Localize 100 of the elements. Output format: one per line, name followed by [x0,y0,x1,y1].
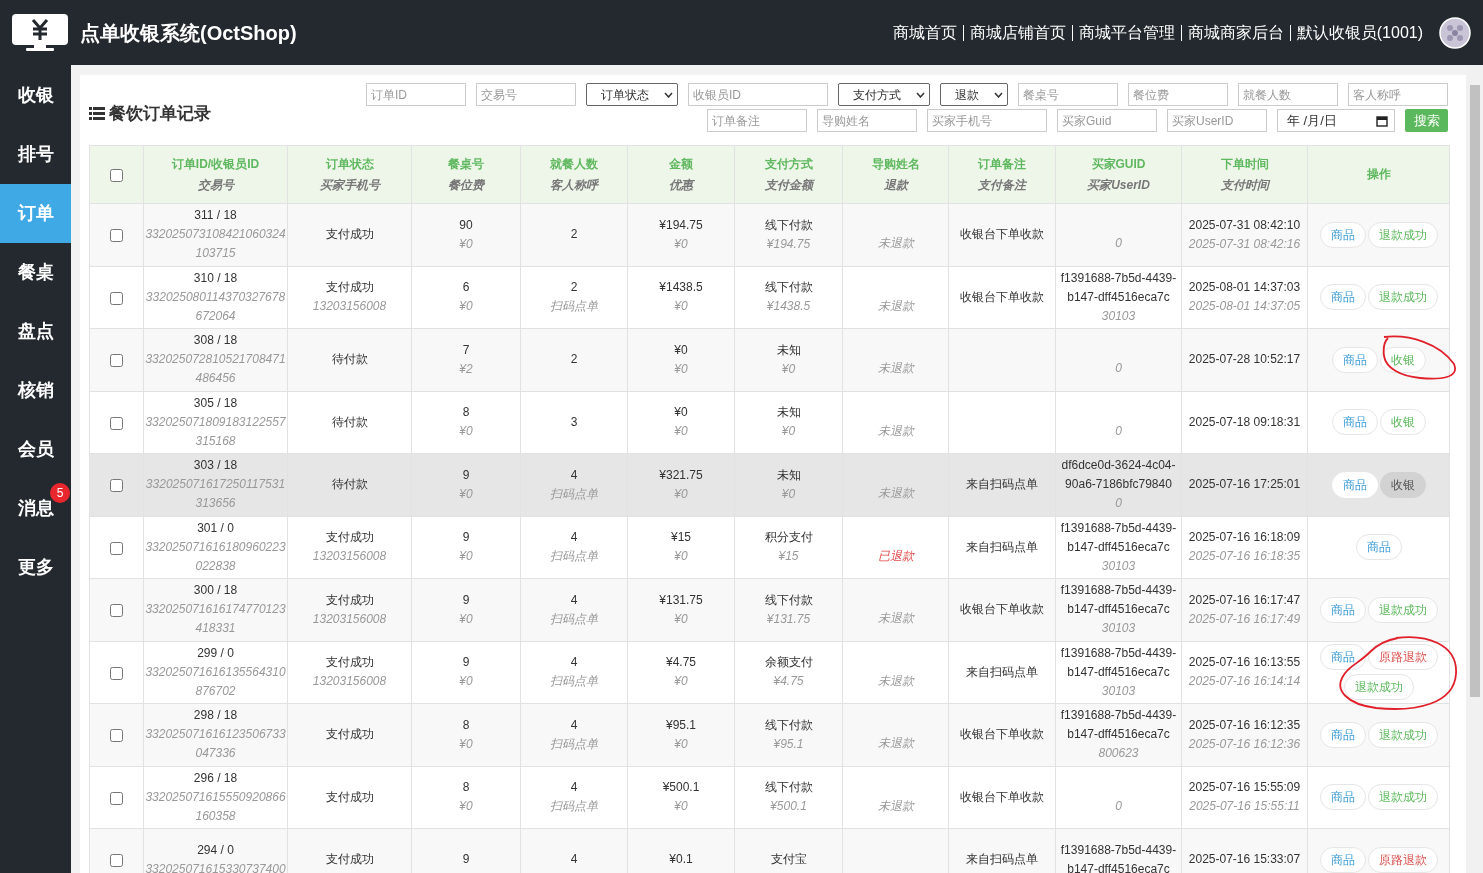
input-field[interactable]: 就餐人数 [1238,83,1338,106]
table-cell-text: 收银台下单收款 [959,601,1045,619]
table-cell-text: 4 [569,654,579,672]
avatar[interactable] [1439,16,1471,49]
table-cell-text: 扫码点单 [549,735,599,753]
sidebar-item[interactable]: 排号 [0,125,71,184]
input-field[interactable]: 餐桌号 [1018,83,1118,106]
action-button[interactable]: 退款成功 [1343,674,1414,701]
input-field[interactable]: 订单ID [366,83,466,106]
checkbox[interactable] [110,854,123,868]
table-cell-text: 收银台下单收款 [959,726,1045,744]
action-button[interactable]: 商品 [1355,534,1402,561]
action-button[interactable]: 商品 [1319,846,1366,873]
action-button[interactable]: 原路退款 [1367,846,1438,873]
checkbox[interactable] [110,168,123,182]
checkbox[interactable] [110,729,123,743]
table-cell-text: 8 [461,404,471,422]
action-button[interactable]: 收银 [1379,409,1426,436]
header-link[interactable]: 商城商家后台 [1180,24,1290,41]
action-button[interactable]: 商品 [1319,721,1366,748]
checkbox[interactable] [110,416,123,430]
sidebar-item[interactable]: 会员 [0,420,71,479]
header-link[interactable]: 商城首页 [886,24,963,41]
sidebar-item[interactable]: 收银 [0,66,71,125]
action-button[interactable]: 退款成功 [1367,596,1438,623]
action-button[interactable]: 商品 [1319,596,1366,623]
table-cell-text: 800623 [1097,745,1140,763]
checkbox[interactable] [110,666,123,680]
input-field[interactable]: 餐位费 [1128,83,1228,106]
action-button[interactable]: 商品 [1319,644,1366,671]
action-button[interactable]: 原路退款 [1367,644,1438,671]
action-button[interactable]: 退款成功 [1367,284,1438,311]
action-button[interactable]: 退款成功 [1367,784,1438,811]
sidebar-item[interactable]: 核销 [0,361,71,420]
table-cell-text: ¥0 [458,610,474,628]
table-cell-text: 未退款 [876,360,916,378]
table-cell-text: ¥0 [458,235,474,253]
header-link[interactable]: 商城店铺首页 [962,24,1072,41]
table-cell-text: 4 [569,851,579,869]
table-cell-text: 310 / 18 [192,269,239,287]
table-cell-text: df6dce0d-3624-4c04-90a6-7186bfc79840 [1060,457,1177,494]
checkbox[interactable] [110,541,123,555]
table-cell-text: 2025-07-16 16:14:14 [1187,673,1302,691]
table-cell-text: ¥4.75 [772,673,805,691]
dropdown[interactable]: 支付方式 [838,83,930,106]
table-cell-text: ¥0 [458,298,474,316]
checkbox[interactable] [110,291,123,305]
action-button[interactable]: 退款成功 [1367,221,1438,248]
table-cell-text: ¥0 [673,610,689,628]
sidebar-item[interactable]: 订单 [0,184,71,243]
table-cell-text: 6 [461,279,471,297]
action-button[interactable]: 商品 [1331,471,1378,498]
action-button[interactable]: 商品 [1319,284,1366,311]
table-cell-text: ¥0 [673,360,689,378]
input-field[interactable]: 买家UserID [1167,109,1267,132]
column-header: 交易号 [196,176,236,194]
sidebar-item[interactable]: 更多 [0,538,71,597]
table-cell-text: 301 / 0 [196,519,235,537]
input-field[interactable]: 收银员ID [688,83,828,106]
action-button[interactable]: 收银 [1379,346,1426,373]
column-header: 买家GUID [1090,155,1147,173]
dropdown[interactable]: 退款 [940,83,1008,106]
sidebar-item[interactable]: 餐桌 [0,243,71,302]
table-cell-text: 9 [461,591,471,609]
checkbox[interactable] [110,479,123,493]
search-button[interactable]: 搜索 [1405,109,1448,132]
dropdown[interactable]: 订单状态 [586,83,678,106]
input-field[interactable]: 交易号 [476,83,576,106]
checkbox[interactable] [110,791,123,805]
action-button[interactable]: 商品 [1319,784,1366,811]
checkbox[interactable] [110,604,123,618]
column-header: 退款 [882,176,910,194]
header-link[interactable]: 默认收银员(1001) [1289,24,1429,41]
input-field[interactable]: 买家Guid [1057,109,1157,132]
input-field[interactable]: 订单备注 [707,109,807,132]
checkbox[interactable] [110,229,123,243]
header-link[interactable]: 商城平台管理 [1071,24,1181,41]
input-field[interactable]: 客人称呼 [1348,83,1448,106]
table-cell-text: 4 [569,591,579,609]
table-cell-text: 30103 [1100,620,1137,638]
sidebar-item[interactable]: 消息 5 [0,479,71,538]
action-button[interactable]: 商品 [1331,409,1378,436]
table-cell-text: ¥1438.5 [765,298,812,316]
table-cell-text: 2 [569,351,579,369]
action-button[interactable]: 退款成功 [1367,721,1438,748]
action-button[interactable]: 收银 [1379,471,1426,498]
date-field[interactable]: 年 /月/日 [1277,109,1395,132]
table-cell-text: 13203156008 [311,298,388,316]
input-field[interactable]: 导购姓名 [817,109,917,132]
action-button[interactable]: 商品 [1331,346,1378,373]
table-cell-text: 积分支付 [763,529,814,547]
sidebar-item[interactable]: 盘点 [0,302,71,361]
action-button[interactable]: 商品 [1319,221,1366,248]
calendar-icon[interactable] [1376,114,1388,127]
input-field[interactable]: 买家手机号 [927,109,1047,132]
checkbox[interactable] [110,354,123,368]
table-cell-text: ¥0 [673,235,689,253]
table-cell-text: f1391688-7b5d-4439-b147-dff4516eca7c [1059,582,1178,619]
column-header: 支付备注 [978,176,1026,194]
table-cell-text: 30103 [1100,682,1137,700]
